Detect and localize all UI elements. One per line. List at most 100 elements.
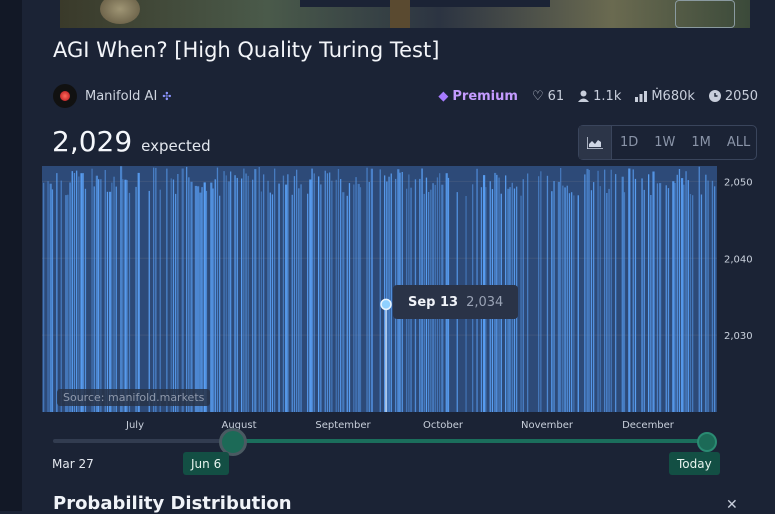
chart-bar [309,179,312,412]
chart-bar [588,170,590,412]
chart-bar [568,193,571,412]
chart-bar [623,192,626,412]
chart-bar [711,180,714,412]
chart-type-button[interactable] [579,126,612,159]
chart-bar [115,186,117,412]
chart-bar [95,175,98,412]
range-1d-button[interactable]: 1D [612,126,646,159]
chart-bar [93,186,95,412]
chart-bar [98,179,100,412]
slider-end-handle[interactable] [697,432,717,452]
range-1w-button[interactable]: 1W [646,126,683,159]
chart-bar [665,185,667,412]
time-range-selector: 1D 1W 1M ALL [578,125,757,160]
premium-label: Premium [452,88,518,104]
chart-bar [320,184,322,412]
volume-value: Ṁ680k [651,88,695,104]
likes-stat[interactable]: ♡ 61 [532,89,564,104]
chart-bar [571,192,573,412]
chart-bar [278,183,280,412]
chart-bar [271,194,274,412]
likes-count: 61 [547,88,565,104]
chart-bar [188,177,190,412]
creator-name[interactable]: Manifold AI [85,89,157,104]
page-title: AGI When? [High Quality Turing Test] [53,38,440,62]
chart-bar [318,176,320,412]
chart-bar [166,168,168,412]
chart-bar [384,175,386,412]
chart-bar [560,168,562,412]
chart-bar [67,194,69,412]
chart-bar [562,185,564,412]
chart-bar [227,181,230,412]
chart-bar [368,182,370,412]
diamond-icon: ◆ [438,88,449,104]
x-tick-label: November [521,420,574,430]
avatar[interactable] [53,84,77,108]
premium-badge[interactable]: ◆ Premium [438,89,518,104]
chart-bar [557,181,560,412]
chart-bar [106,191,109,412]
range-1m-button[interactable]: 1M [683,126,719,159]
chart-bar [586,168,589,412]
left-rail [0,0,22,511]
chart-bar [69,182,71,412]
chart-bar [566,185,568,412]
traders-stat[interactable]: 1.1k [578,89,621,104]
chart-bar [199,192,202,412]
chart-bar [388,176,390,412]
chart-bar [84,188,87,412]
chart-bar [293,176,296,412]
tooltip-value: 2,034 [466,294,504,310]
chart-bar [692,195,694,412]
x-tick-label: July [125,420,144,430]
chart-bar [553,181,555,412]
chart-bar [258,167,260,412]
chart-bar [128,192,131,412]
range-all-button[interactable]: ALL [719,126,758,159]
chart-bar [111,182,113,412]
chart-bar [135,186,137,412]
x-tick-label: December [622,420,675,430]
chart-bar [100,179,102,412]
chart-bar [181,168,184,412]
chart-bar [632,169,634,412]
chart-bar [700,194,703,412]
chart-bar [120,166,123,412]
chart-bar [643,189,645,412]
chart-bar [551,191,553,412]
chart-bar [540,171,542,412]
chart-bar [298,188,300,412]
chart-bar [355,177,357,412]
chart-bar [522,179,524,412]
chart-bar [269,192,271,412]
chart-bar [223,171,225,412]
chart-bar [326,173,329,412]
chart-bar [615,174,617,412]
chart-bar [573,195,575,412]
chart-bar [707,180,709,412]
chart-bar [254,169,257,412]
chart-bar [610,169,612,412]
expected-number: 2,029 [52,125,133,158]
chart-icon [587,136,603,149]
chart-tooltip: Sep 13 2,034 [393,285,519,319]
chart-bar [621,176,624,412]
chart-bar [652,171,655,412]
bot-icon: ✣ [162,89,172,103]
slider-min-label: Mar 27 [52,457,94,471]
chart-bar [113,176,115,412]
chart-bar [263,174,265,412]
chart-bar [311,168,313,412]
chart-bar [335,179,337,412]
chart-bar [91,168,93,412]
chart-bar [659,183,662,412]
chart-bar [225,175,227,412]
chart-bar [287,174,289,412]
chart-bar [689,194,692,412]
chart-bar [172,179,175,412]
chart-bar [683,184,685,412]
chart-bar [307,193,309,412]
expected-value: 2,029 expected [52,125,211,158]
banner-image [60,0,750,28]
